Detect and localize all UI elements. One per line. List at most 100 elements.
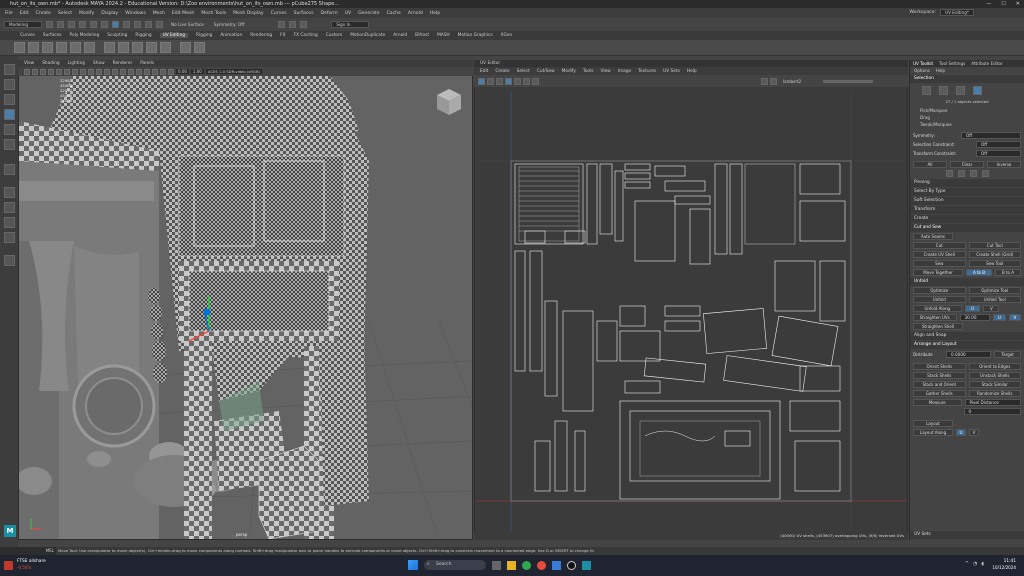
unreal-icon[interactable] xyxy=(567,560,576,570)
snap-grid-icon[interactable] xyxy=(123,21,130,28)
redo-icon[interactable] xyxy=(79,21,86,28)
stock-widget[interactable]: FTSE allshare -0.56% xyxy=(4,559,46,571)
store-icon[interactable] xyxy=(552,560,561,570)
gather-shells-button[interactable]: Gather Shells xyxy=(913,390,966,397)
textured-icon[interactable] xyxy=(112,68,118,75)
lasso-tool-icon[interactable] xyxy=(3,79,15,90)
shadows-icon[interactable] xyxy=(128,68,134,75)
select-shell-icon[interactable] xyxy=(981,170,989,177)
tab-uv-editing[interactable]: UV Editing xyxy=(159,33,189,38)
symmetry-dropdown[interactable]: Off xyxy=(961,132,1021,139)
menu-file[interactable]: File xyxy=(5,11,13,16)
sew-uv-icon[interactable] xyxy=(118,42,129,53)
uv-editor-panel[interactable] xyxy=(474,60,908,540)
uv-menu-create[interactable]: Create xyxy=(495,69,509,74)
film-gate-icon[interactable] xyxy=(64,68,70,75)
uv-texture-field[interactable]: lambert2 xyxy=(783,79,801,84)
uv-menu-edit[interactable]: Edit xyxy=(480,69,488,74)
layout-four-icon[interactable] xyxy=(3,202,15,213)
volume-icon[interactable]: ◖ xyxy=(981,561,984,567)
tab-surfaces[interactable]: Surfaces xyxy=(43,33,62,38)
tab-fx[interactable]: FX xyxy=(280,33,285,38)
section-soft-selection[interactable]: Soft Selection xyxy=(910,197,1024,205)
tab-poly-modeling[interactable]: Poly Modeling xyxy=(70,33,100,38)
move-together-button[interactable]: Move Together xyxy=(913,269,963,276)
uv-canvas[interactable] xyxy=(475,61,908,540)
tab-custom[interactable]: Custom xyxy=(326,33,342,38)
image-plane-icon[interactable] xyxy=(48,68,54,75)
section-arrange-layout[interactable]: Arrange and Layout xyxy=(910,341,1024,349)
lights-icon[interactable] xyxy=(120,68,126,75)
uv-image-icon[interactable] xyxy=(532,77,539,85)
toolkit-menu-help[interactable]: Help xyxy=(936,67,945,74)
menu-mesh-tools[interactable]: Mesh Tools xyxy=(201,11,226,16)
maximize-icon[interactable]: ☐ xyxy=(1001,0,1005,8)
unfold-button[interactable]: Unfold xyxy=(913,296,966,303)
tab-uv-toolkit[interactable]: UV Toolkit xyxy=(913,60,933,67)
task-view-icon[interactable] xyxy=(492,560,501,570)
stack-similar-button[interactable]: Stack Similar xyxy=(968,381,1021,388)
clock[interactable]: 11:41 10/12/2024 xyxy=(992,559,1016,571)
last-tool-icon[interactable] xyxy=(3,164,15,175)
layout-outliner-icon[interactable] xyxy=(3,232,15,243)
select-shell-border-icon[interactable] xyxy=(969,170,977,177)
mel-label[interactable]: MEL xyxy=(46,547,54,555)
field-chart-icon[interactable] xyxy=(88,68,94,75)
scale-tool-icon[interactable] xyxy=(3,139,15,150)
sign-in-dropdown[interactable]: Sign In xyxy=(331,21,370,28)
tab-tool-settings[interactable]: Tool Settings xyxy=(939,60,965,67)
section-pinning[interactable]: Pinning xyxy=(910,179,1024,187)
render-icon[interactable] xyxy=(278,21,286,28)
menu-deform[interactable]: Deform xyxy=(321,11,338,16)
section-transform[interactable]: Transform xyxy=(910,206,1024,214)
cut-button[interactable]: Cut xyxy=(913,242,966,249)
mode-dropdown[interactable]: Modeling xyxy=(4,21,42,28)
section-selection[interactable]: Selection xyxy=(910,75,1024,83)
menu-display[interactable]: Display xyxy=(101,11,118,16)
select-component-icon[interactable] xyxy=(112,21,119,28)
uv-menu-uv-sets[interactable]: UV Sets xyxy=(663,69,680,74)
ao-icon[interactable] xyxy=(136,68,142,75)
tab-motion-duplicate[interactable]: MotionDuplicate xyxy=(350,33,385,38)
camera-icon[interactable] xyxy=(24,68,30,75)
tab-mash[interactable]: MASH xyxy=(437,33,450,38)
edge-mode-icon[interactable] xyxy=(939,86,948,95)
menu-edit-mesh[interactable]: Edit Mesh xyxy=(172,11,194,16)
windows-start-icon[interactable] xyxy=(408,560,418,570)
chevron-up-icon[interactable]: ^ xyxy=(965,561,969,567)
radio-tweak-marquee[interactable]: Tweak/Marquee xyxy=(910,121,1024,128)
texel-density-icon[interactable] xyxy=(194,42,205,53)
layout-icon[interactable] xyxy=(160,42,171,53)
target-button[interactable]: Target xyxy=(994,350,1021,358)
vp-menu-panels[interactable]: Panels xyxy=(140,61,154,66)
render-settings-icon[interactable] xyxy=(300,21,308,28)
uv-checker-icon[interactable] xyxy=(770,77,777,85)
tab-bifrost[interactable]: Bifrost xyxy=(415,33,429,38)
uv-menu-select[interactable]: Select xyxy=(517,69,530,74)
exposure-value[interactable]: 0.00 xyxy=(176,69,189,74)
vp-menu-show[interactable]: Show xyxy=(93,61,105,66)
menu-modify[interactable]: Modify xyxy=(79,11,94,16)
unfold-icon[interactable] xyxy=(146,42,157,53)
straighten-angle-field[interactable]: 30.00 xyxy=(959,314,991,321)
vertex-mode-icon[interactable] xyxy=(922,86,931,95)
gamma-value[interactable]: 1.00 xyxy=(190,69,204,74)
move-tool-icon[interactable] xyxy=(3,109,15,120)
b-to-a-button[interactable]: B to A xyxy=(995,269,1021,276)
straighten-u-button[interactable]: U xyxy=(993,314,1006,321)
transform-constraint-dropdown[interactable]: Off xyxy=(976,150,1021,157)
menu-mesh-display[interactable]: Mesh Display xyxy=(233,11,264,16)
tab-attribute-editor[interactable]: Attribute Editor xyxy=(971,60,1003,67)
unfold-v-button[interactable]: V xyxy=(983,305,1000,312)
face-mode-icon[interactable] xyxy=(956,86,965,95)
section-select-by-type[interactable]: Select By Type xyxy=(910,188,1024,196)
unfold-along-button[interactable]: Unfold Along xyxy=(913,305,962,312)
menu-windows[interactable]: Windows xyxy=(125,11,146,16)
uv-shaded-icon[interactable] xyxy=(514,77,521,85)
select-hierarchy-icon[interactable] xyxy=(90,21,97,28)
minimize-icon[interactable]: — xyxy=(986,0,991,8)
xray-icon[interactable] xyxy=(168,68,174,75)
edge-icon[interactable] xyxy=(522,560,531,570)
radio-drag[interactable]: Drag xyxy=(910,114,1024,121)
chrome-icon[interactable] xyxy=(537,560,546,570)
